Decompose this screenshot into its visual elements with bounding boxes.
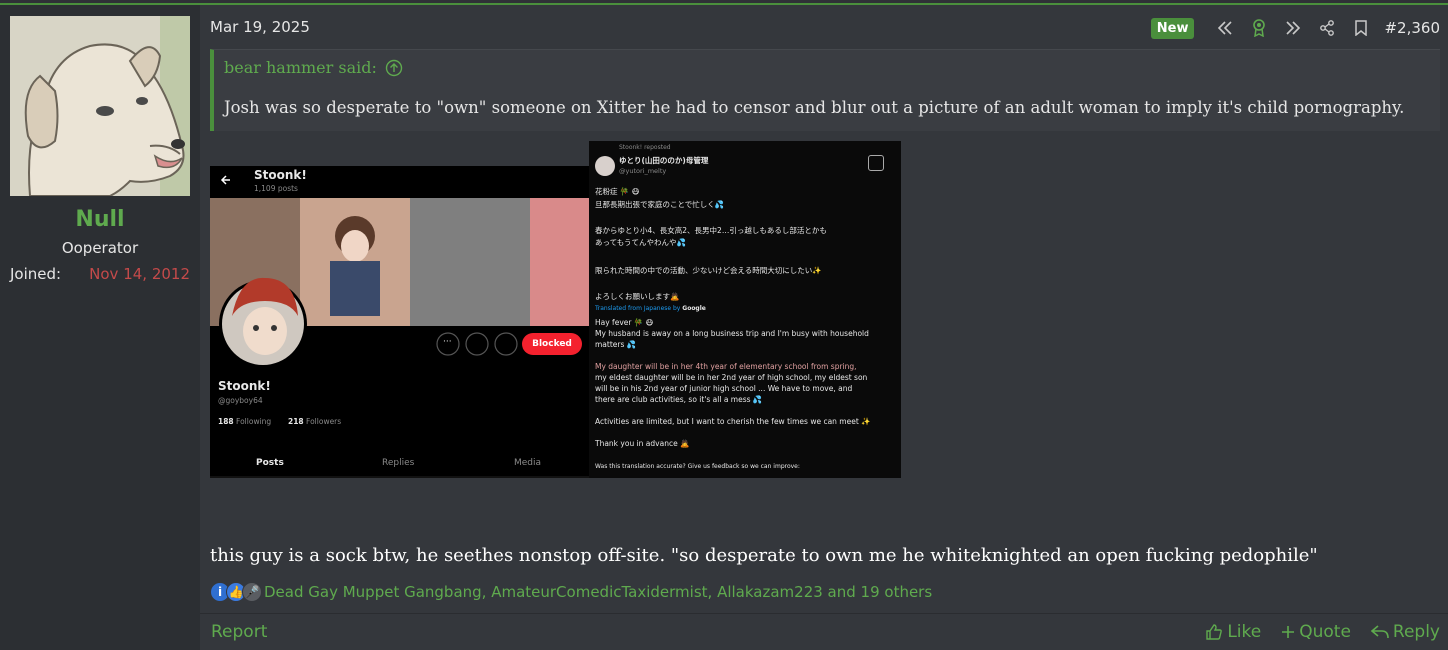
post-number[interactable]: #2,360 (1384, 19, 1440, 37)
following-stat: 188 Following (218, 417, 271, 426)
profile-screenshot[interactable]: Stoonk! 1,109 posts ··· Blocked Stoonk! … (210, 166, 590, 478)
post-actions: Like Quote Reply (1205, 622, 1440, 642)
more-icon[interactable]: ··· (443, 337, 452, 347)
followers-count: 218 (288, 417, 304, 426)
tweet-en-line: Hay fever 🎋 😷 (595, 318, 654, 327)
quote-button[interactable]: Quote (1281, 622, 1351, 642)
profile-handle: @goyboy64 (218, 396, 263, 405)
followers-label: Followers (306, 417, 342, 426)
reactions-bar[interactable]: i 👍 🎤 Dead Gay Muppet Gangbang, AmateurC… (210, 581, 932, 603)
tweet-handle: @yutori_melty (619, 167, 667, 175)
reply-arrow-icon (1370, 625, 1389, 639)
tweet-en-line: My daughter will be in her 4th year of e… (595, 362, 857, 371)
translator-name: Google (682, 305, 706, 312)
tweet-en-line: my eldest daughter will be in her 2nd ye… (595, 373, 868, 382)
tweet-feedback-line: Was this translation accurate? Give us f… (595, 463, 800, 470)
joined-label: Joined: (10, 265, 62, 283)
user-title: Ooperator (61, 239, 139, 257)
translated-from: Translated from Japanese by Google (595, 305, 706, 312)
award-icon[interactable] (1242, 16, 1276, 40)
quote-text: Josh was so desperate to "own" someone o… (224, 98, 1405, 117)
reply-label: Reply (1392, 622, 1440, 642)
report-link[interactable]: Report (211, 622, 267, 642)
reaction-icons: i 👍 🎤 (210, 582, 262, 602)
quote-author[interactable]: bear hammer said: (224, 58, 403, 77)
bookmark-icon[interactable] (1344, 16, 1378, 40)
profile-name: Stoonk! (218, 379, 271, 393)
embedded-screenshot[interactable]: Stoonk! 1,109 posts ··· Blocked Stoonk! … (210, 141, 901, 478)
tweet-en-line: My husband is away on a long business tr… (595, 329, 869, 338)
post-header-actions: New #2,360 (1150, 16, 1440, 40)
tweet-screenshot[interactable]: Stoonk! reposted ゆとり(山田ののか)母管理 @yutori_m… (589, 141, 901, 478)
post-body-text: this guy is a sock btw, he seethes nonst… (210, 545, 1318, 566)
user-sidebar: Null Ooperator Joined: Nov 14, 2012 (0, 5, 200, 650)
footer-divider (200, 613, 1448, 614)
like-label: Like (1227, 622, 1262, 642)
following-label: Following (236, 417, 272, 426)
share-icon[interactable] (1310, 16, 1344, 40)
tweet-en-line: Thank you in advance 🙇 (595, 439, 690, 448)
translated-from-label: Translated from Japanese by (595, 305, 681, 312)
reactors-list[interactable]: Dead Gay Muppet Gangbang, AmateurComedic… (264, 583, 932, 601)
profile-name-top: Stoonk! (254, 168, 307, 182)
microphone-reaction-icon: 🎤 (242, 582, 262, 602)
tab-posts[interactable]: Posts (256, 458, 284, 468)
tweet-en-line: will be in his 2nd year of junior high s… (595, 384, 853, 393)
tweet-jp-line: 花粉症 🎋 😷 (595, 187, 640, 196)
post-date[interactable]: Mar 19, 2025 (210, 18, 310, 36)
tweet-avatar (595, 156, 615, 176)
grok-icon[interactable] (868, 155, 884, 171)
tweet-en-line: matters 💦 (595, 340, 637, 349)
tweet-display-name: ゆとり(山田ののか)母管理 (619, 156, 709, 165)
quote-label: Quote (1299, 622, 1351, 642)
following-count: 188 (218, 417, 234, 426)
tweet-jp-line: よろしくお願いします🙇 (595, 292, 680, 301)
new-badge: New (1150, 17, 1195, 39)
tab-media[interactable]: Media (514, 458, 541, 468)
quote-block: bear hammer said: Josh was so desperate … (210, 49, 1440, 131)
tweet-jp-line: あってもうてんやわんや💦 (595, 238, 686, 247)
tweet-en-line: Activities are limited, but I want to ch… (595, 417, 871, 426)
tweet-en-line: there are club activities, so it's all a… (595, 395, 763, 404)
reposted-label: Stoonk! reposted (619, 144, 671, 151)
post-main: Mar 19, 2025 New #2,360 bear hammer said… (200, 5, 1448, 650)
plus-icon (1282, 626, 1295, 638)
like-button[interactable]: Like (1205, 622, 1261, 642)
followers-stat: 218 Followers (288, 417, 341, 426)
profile-posts-count: 1,109 posts (254, 184, 298, 193)
tab-replies[interactable]: Replies (382, 458, 414, 468)
reply-button[interactable]: Reply (1370, 622, 1440, 642)
thumbs-up-icon (1206, 624, 1223, 640)
tweet-jp-line: 旦那長期出張で家庭のことで忙しく💦 (595, 200, 725, 209)
quote-author-label: bear hammer said: (224, 58, 377, 77)
blocked-button[interactable]: Blocked (522, 339, 582, 349)
tweet-jp-line: 春からゆとり小4、長女高2、長男中2…引っ越しもあるし部活とかも (595, 226, 827, 235)
first-unread-icon[interactable] (1208, 16, 1242, 40)
tweet-jp-line: 限られた時間の中での活動、少ないけど会える時間大切にしたい✨ (595, 266, 822, 275)
last-unread-icon[interactable] (1276, 16, 1310, 40)
avatar[interactable] (10, 16, 190, 196)
joined-date: Nov 14, 2012 (89, 265, 190, 283)
username[interactable]: Null (0, 207, 200, 232)
jump-to-quote-icon[interactable] (385, 59, 403, 77)
